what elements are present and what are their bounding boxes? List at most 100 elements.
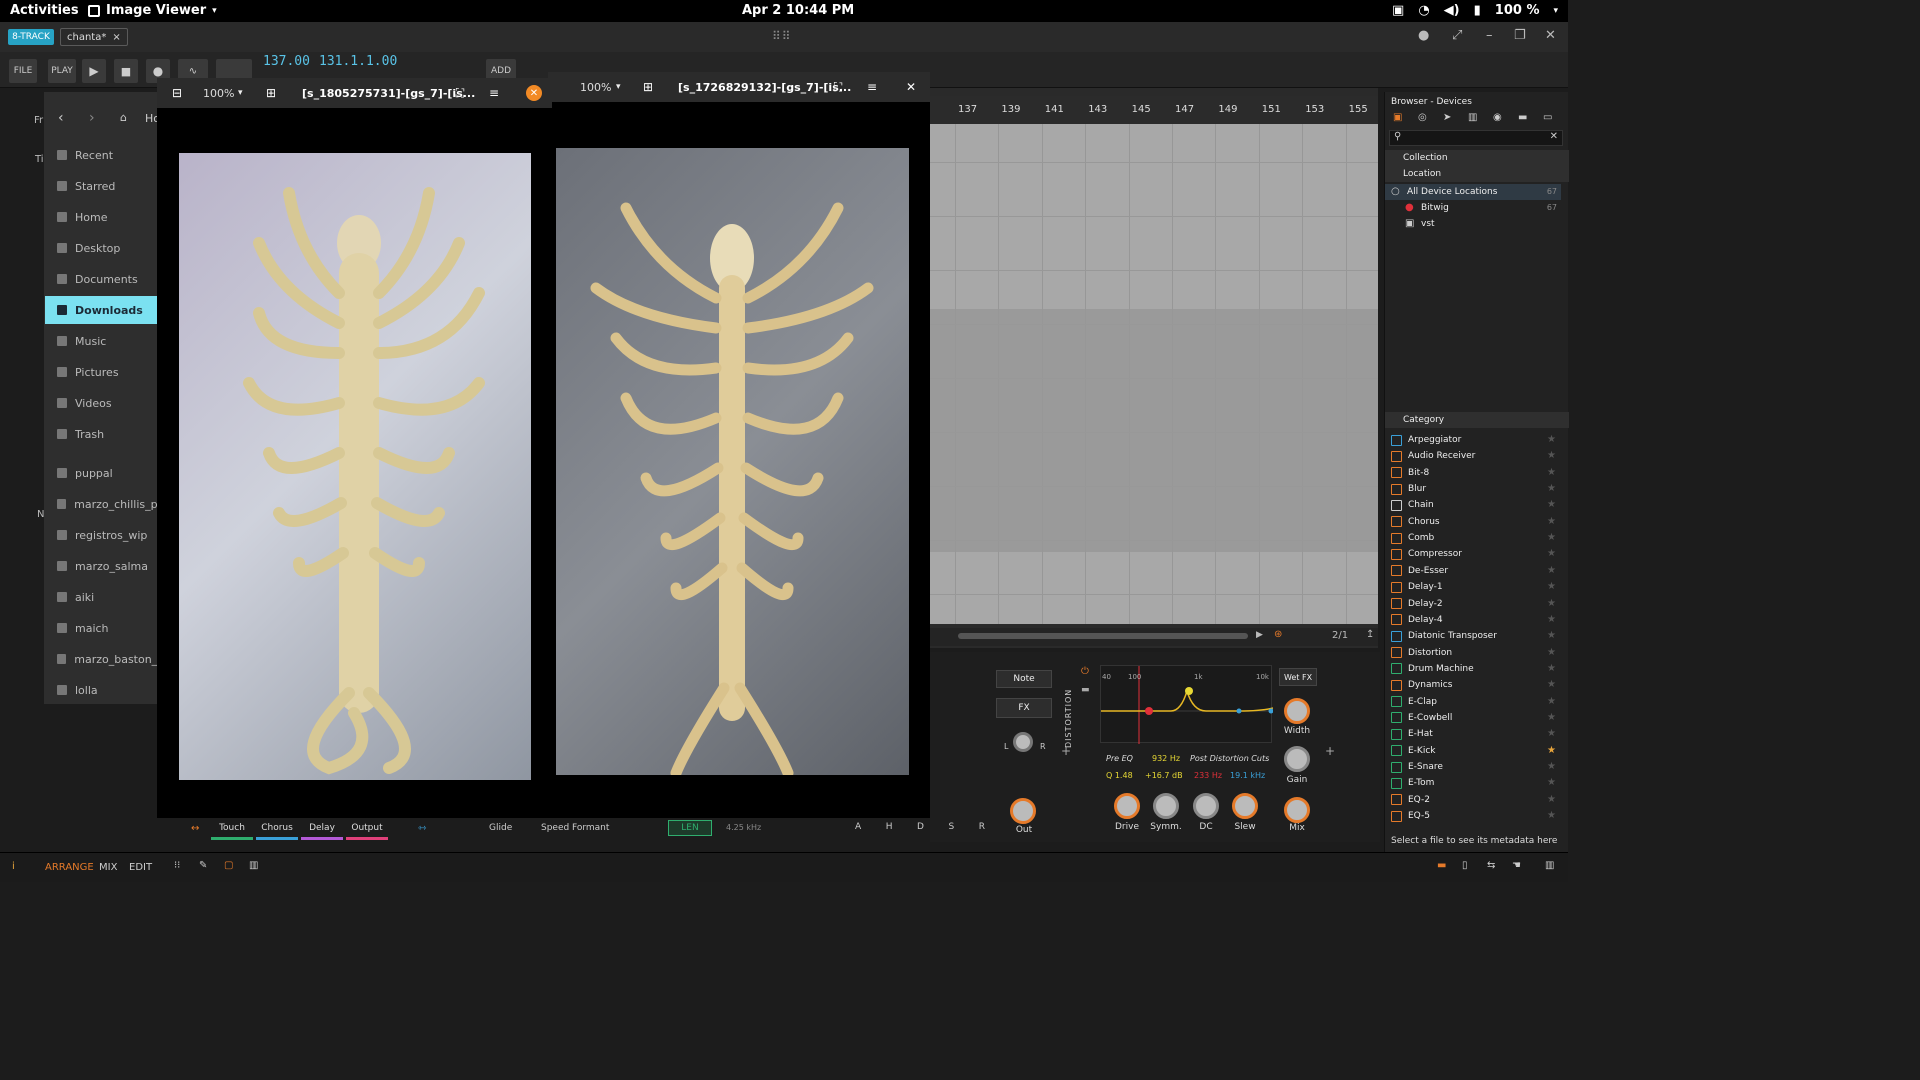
- dc-knob[interactable]: [1193, 793, 1219, 819]
- grid-icon[interactable]: ⁝⁝: [174, 860, 180, 871]
- record-dot-icon[interactable]: ●: [1418, 28, 1429, 43]
- meter-icon[interactable]: ▥: [1545, 860, 1554, 871]
- q-value[interactable]: Q 1.48: [1106, 771, 1133, 780]
- category-item[interactable]: Blur ★: [1391, 481, 1556, 497]
- position-display[interactable]: 131.1.1.00: [319, 54, 397, 69]
- play-icon[interactable]: ▶: [82, 59, 106, 83]
- category-item[interactable]: Delay-4 ★: [1391, 612, 1556, 628]
- mixer-icon[interactable]: ⇆: [1487, 860, 1495, 871]
- sidebar-item-marzo-salma[interactable]: marzo_salma: [45, 552, 157, 580]
- system-tray[interactable]: ▣ ◔ ◀) ▮ 100 % ▾: [1392, 3, 1558, 18]
- close-window-icon[interactable]: ✕: [1545, 28, 1556, 43]
- drag-handle-icon[interactable]: ⠿⠿: [772, 29, 792, 43]
- category-item[interactable]: Drum Machine ★: [1391, 661, 1556, 677]
- stop-icon[interactable]: ■: [114, 59, 138, 83]
- favorite-star-icon[interactable]: ★: [1547, 530, 1556, 546]
- clear-search-icon[interactable]: ✕: [1550, 131, 1558, 142]
- clips-tab-icon[interactable]: ▬: [1518, 112, 1530, 124]
- viewer-2-zoom[interactable]: 100%: [580, 81, 611, 94]
- location-item[interactable]: ● Bitwig 67: [1385, 200, 1561, 216]
- category-header[interactable]: Category: [1385, 412, 1569, 428]
- pan-knob[interactable]: [1013, 732, 1033, 752]
- remote-tab-chorus[interactable]: Chorus: [256, 818, 298, 840]
- symm-knob[interactable]: [1153, 793, 1179, 819]
- category-item[interactable]: Chain ★: [1391, 497, 1556, 513]
- file-button[interactable]: FILE: [9, 59, 37, 83]
- category-item[interactable]: Distortion ★: [1391, 645, 1556, 661]
- samples-tab-icon[interactable]: ◉: [1493, 112, 1505, 124]
- device-folder-icon[interactable]: ▬: [1081, 685, 1090, 695]
- location-item[interactable]: ○ All Device Locations 67: [1385, 184, 1561, 200]
- eq-freq-value[interactable]: 932 Hz: [1152, 754, 1180, 763]
- category-item[interactable]: E-Tom ★: [1391, 775, 1556, 791]
- category-item[interactable]: Bit-8 ★: [1391, 465, 1556, 481]
- category-item[interactable]: De-Esser ★: [1391, 563, 1556, 579]
- favorite-star-icon[interactable]: ★: [1547, 677, 1556, 693]
- close-icon[interactable]: ×: [112, 32, 120, 43]
- location-item[interactable]: ▣ vst: [1385, 216, 1561, 232]
- zoom-in-icon[interactable]: ⊞: [262, 84, 280, 102]
- favorite-star-icon[interactable]: ★: [1547, 792, 1556, 808]
- slew-knob[interactable]: [1232, 793, 1258, 819]
- category-item[interactable]: Delay-1 ★: [1391, 579, 1556, 595]
- collection-header[interactable]: Collection: [1385, 150, 1569, 166]
- sidebar-item-marzo-baston-a[interactable]: marzo_baston_a: [45, 645, 157, 673]
- favorite-star-icon[interactable]: ★: [1547, 726, 1556, 742]
- favorite-star-icon[interactable]: ★: [1547, 497, 1556, 513]
- category-item[interactable]: Delay-2 ★: [1391, 596, 1556, 612]
- cut-low-value[interactable]: 233 Hz: [1194, 771, 1222, 780]
- favorite-star-icon[interactable]: ★: [1547, 596, 1556, 612]
- favorite-star-icon[interactable]: ★: [1547, 759, 1556, 775]
- sidebar-item-aiki[interactable]: aiki: [45, 583, 157, 611]
- drive-knob[interactable]: [1114, 793, 1140, 819]
- category-item[interactable]: EQ-2 ★: [1391, 792, 1556, 808]
- play-mode-button[interactable]: PLAY: [48, 59, 76, 83]
- note-button[interactable]: Note: [996, 670, 1052, 688]
- mix-tab[interactable]: MIX: [99, 862, 117, 873]
- favorite-star-icon[interactable]: ★: [1547, 645, 1556, 661]
- category-item[interactable]: Dynamics ★: [1391, 677, 1556, 693]
- square-icon[interactable]: ▢: [224, 860, 233, 871]
- fullscreen-icon[interactable]: ⛶: [451, 84, 469, 102]
- image-viewer-window-1[interactable]: ⊟ 100% ▾ ⊞ [s_1805275731]-[gs_7]-[is... …: [157, 78, 552, 818]
- pin-icon[interactable]: ↥: [1366, 629, 1374, 640]
- expand-icon[interactable]: ⤢: [1452, 28, 1462, 43]
- category-item[interactable]: Arpeggiator ★: [1391, 432, 1556, 448]
- sidebar-item-marzo-chillis-pu[interactable]: marzo_chillis_pu: [45, 490, 157, 518]
- favorite-star-icon[interactable]: ★: [1547, 448, 1556, 464]
- multisample-tab-icon[interactable]: ➤: [1443, 112, 1455, 124]
- app-menu[interactable]: Image Viewer ▾: [88, 3, 217, 18]
- project-tab[interactable]: chanta* ×: [60, 28, 128, 46]
- chevron-down-icon[interactable]: ▾: [238, 88, 243, 98]
- image-viewer-window-2[interactable]: 100% ▾ ⊞ [s_1726829132]-[gs_7]-[is... ⛶ …: [548, 72, 930, 818]
- project-badge[interactable]: 8-TRACK: [8, 29, 54, 45]
- scrollbar-thumb[interactable]: [958, 633, 1248, 639]
- devices-tab-icon[interactable]: ▣: [1393, 112, 1405, 124]
- favorite-star-icon[interactable]: ★: [1547, 481, 1556, 497]
- sidebar-item-pictures[interactable]: Pictures: [45, 358, 157, 386]
- activities-button[interactable]: Activities: [10, 3, 79, 18]
- wet-fx-button[interactable]: Wet FX: [1279, 668, 1317, 686]
- restore-icon[interactable]: ❐: [1514, 28, 1526, 43]
- timeline-ruler[interactable]: 137 139 141 143 145 147 149 151 153 155: [930, 96, 1378, 124]
- category-item[interactable]: Chorus ★: [1391, 514, 1556, 530]
- favorite-star-icon[interactable]: ★: [1547, 514, 1556, 530]
- favorite-star-icon[interactable]: ★: [1547, 628, 1556, 644]
- close-icon[interactable]: ✕: [526, 85, 542, 101]
- sidebar-item-recent[interactable]: Recent: [45, 141, 157, 169]
- info-icon[interactable]: i: [12, 861, 15, 872]
- favorite-star-icon[interactable]: ★: [1547, 546, 1556, 562]
- category-item[interactable]: E-Hat ★: [1391, 726, 1556, 742]
- favorite-star-icon[interactable]: ★: [1547, 563, 1556, 579]
- gain-db-value[interactable]: +16.7 dB: [1145, 771, 1183, 780]
- fx-button[interactable]: FX: [996, 698, 1052, 718]
- favorite-star-icon[interactable]: ★: [1547, 694, 1556, 710]
- arrange-tab[interactable]: ARRANGE: [45, 862, 94, 873]
- sidebar-item-maich[interactable]: maich: [45, 614, 157, 642]
- pencil-icon[interactable]: ✎: [199, 860, 207, 871]
- favorite-star-icon[interactable]: ★: [1547, 465, 1556, 481]
- sidebar-item-videos[interactable]: Videos: [45, 389, 157, 417]
- category-item[interactable]: E-Cowbell ★: [1391, 710, 1556, 726]
- category-item[interactable]: Compressor ★: [1391, 546, 1556, 562]
- folder-icon[interactable]: ▬: [1437, 860, 1446, 871]
